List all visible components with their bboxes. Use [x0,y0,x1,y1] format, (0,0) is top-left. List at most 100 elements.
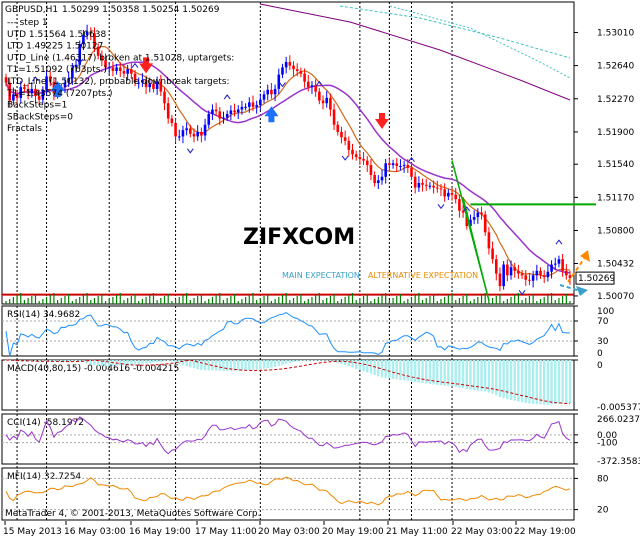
info-line: --- step 1 [7,18,48,28]
volume-bar [466,294,468,304]
volume-bar [550,293,553,304]
volume-bar [399,294,402,304]
price-tick-label: 1.50800 [597,227,634,237]
candle-body [115,67,118,72]
volume-bar [381,295,383,304]
macd-histogram-bar [417,360,421,383]
candle-body [365,160,369,166]
candle-body [561,259,564,271]
volume-bar [186,293,188,304]
volume-bar [351,293,354,304]
volume-bar [145,297,147,304]
macd-histogram-bar [410,360,413,382]
volume-bar [410,297,413,304]
time-label: 17 May 11:00 [195,527,257,537]
macd-histogram-bar [450,360,454,387]
volume-bar [455,300,457,304]
time-label: 20 May 19:00 [322,527,384,537]
volume-bar [281,295,284,304]
candle-body [395,163,399,166]
time-label: 21 May 11:00 [386,527,448,537]
volume-bar [362,296,365,304]
macd-histogram-bar [303,360,306,361]
macd-histogram-bar [498,360,502,398]
volume-bar [82,295,85,304]
alternative-expectation-label: ALTERNATIVE EXPECTATION [368,271,478,280]
macd-histogram-bar [402,360,406,381]
volume-bar [565,294,567,304]
volume-bar [344,297,346,304]
volume-bar [34,294,37,304]
candle-body [207,114,211,125]
price-tick-label: 1.52640 [597,62,634,72]
candle-body [531,275,535,281]
candle-body [122,71,126,74]
macd-histogram-bar [130,360,133,366]
volume-bar [248,295,250,304]
volume-bar [160,298,162,304]
indicator-title: MACD(40,80,15) -0.004616 -0.004215 [7,364,179,374]
price-tick-label: 1.53010 [597,28,634,38]
candle-body [185,128,188,131]
candle-body [299,71,303,74]
volume-bar [311,297,313,304]
volume-bar [230,296,232,304]
macd-histogram-bar [531,360,535,404]
chart-window[interactable]: ZIFXCOM --- step 1 UTD 1.51564 1.50638 LTD… [0,0,640,540]
volume-bar [292,298,295,304]
volume-bar [193,298,195,304]
candle-body [509,267,513,276]
indicator-title: MFI(14) 32.7254 [7,472,81,482]
candle-body [225,114,229,118]
macd-histogram-bar [513,360,516,401]
volume-bar [436,301,438,304]
volume-bar [119,293,121,304]
macd-histogram-bar [288,360,292,363]
volume-bar [488,300,490,304]
macd-histogram-bar [292,360,295,363]
volume-bar [462,296,464,304]
candle-body [314,85,317,92]
time-label: 16 May 03:00 [64,527,126,537]
candle-body [424,184,428,186]
candle-body [321,100,325,104]
macd-histogram-bar [255,360,258,370]
volume-bar [278,297,280,304]
indicator-tick-label: 100 [597,307,614,317]
volume-bar [149,295,151,304]
volume-bar [252,293,254,304]
macd-histogram-bar [262,360,266,369]
macd-histogram-bar [141,360,144,365]
volume-bar [38,301,40,304]
macd-histogram-bar [472,360,476,391]
volume-bar [9,299,11,304]
macd-histogram-bar [307,360,310,361]
volume-bar [300,294,302,304]
macd-histogram-bar [137,360,140,365]
macd-histogram-bar [200,360,203,370]
candle-body [166,103,170,119]
volume-bar [182,295,184,304]
info-line: SBackSteps=0 [7,112,73,122]
candle-body [539,270,542,276]
price-tick-label: 1.51170 [597,193,634,203]
volume-bar [355,300,357,304]
macd-histogram-bar [78,360,81,361]
macd-histogram-bar [362,360,365,372]
volume-bar [211,297,214,304]
volume-bar [167,294,169,304]
price-tick-label: 1.51900 [597,128,634,138]
volume-bar [208,299,210,304]
macd-histogram-bar [454,360,457,387]
price-tick-label: 1.52270 [597,95,634,105]
macd-histogram-bar [144,360,148,364]
macd-histogram-bar [502,360,505,399]
indicator-tick-label: 0 [597,349,603,359]
volume-bar [197,296,199,304]
candle-body [292,65,295,70]
candle-body [377,180,380,184]
macd-histogram-bar [318,360,321,361]
volume-bar [93,298,96,304]
volume-bar [484,293,486,304]
macd-histogram-bar [251,360,255,370]
